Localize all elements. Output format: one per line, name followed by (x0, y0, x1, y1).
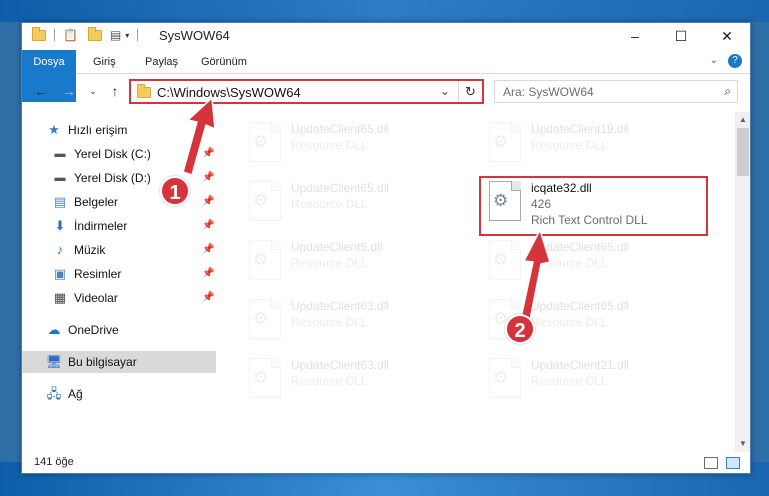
arrow-2 (520, 228, 551, 321)
step-badge-1: 1 (160, 176, 190, 206)
step-badge-2: 2 (505, 314, 535, 344)
annotation-arrows (182, 96, 551, 321)
arrow-1 (182, 96, 216, 176)
